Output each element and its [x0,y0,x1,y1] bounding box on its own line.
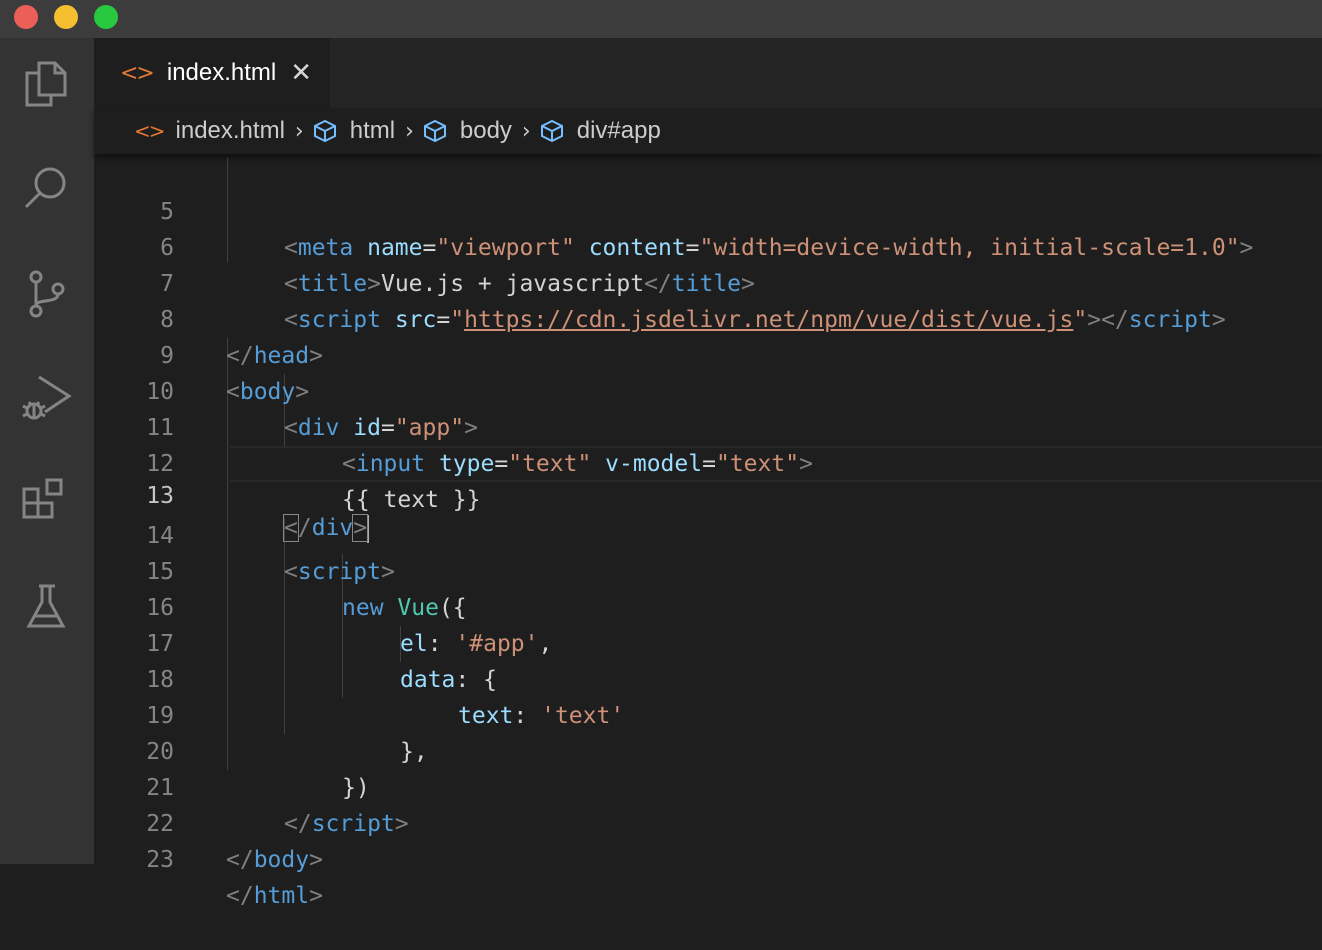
code-line: 6 <title>Vue.js + javascript</title> [94,194,1322,297]
tab-index-html[interactable]: <> index.html ✕ [94,38,330,108]
code-line: 11 <input type="text" v-model="text"> [94,374,1322,477]
code-line: 17 data: { [94,590,1322,693]
code-line: 20 }) [94,698,1322,801]
close-icon[interactable]: ✕ [290,58,312,88]
code-line: 16 el: '#app', [94,554,1322,657]
editor: <> index.html ✕ <> index.html › html › b… [94,38,1322,909]
breadcrumb-item-html[interactable]: html [350,117,395,145]
symbol-element-icon [423,119,446,143]
line-number: 12 [146,451,174,477]
html-file-icon: <> [134,119,165,143]
html-file-icon: <> [120,60,155,86]
code-line: 14 <script> [94,482,1322,585]
chevron-right-icon: › [294,118,304,144]
title-bar [0,0,1322,38]
code-line-active: 13 </div> [146,446,1322,543]
tab-label: index.html [166,59,277,86]
code-line: 10 <div id="app"> [94,338,1322,441]
chevron-right-icon: › [405,118,414,144]
run-debug-icon[interactable] [17,368,75,426]
code-line: 21 </script> [94,734,1322,837]
activity-bar [0,38,94,864]
token-tag: html [253,883,310,909]
code-line: 23 </html> [94,806,1322,909]
code-line: 19 }, [94,662,1322,765]
breadcrumb-item-file[interactable]: index.html [176,117,285,145]
window-maximize-button[interactable] [94,5,118,29]
chevron-right-icon: › [521,118,531,144]
tab-bar: <> index.html ✕ [94,38,1322,108]
search-icon[interactable] [17,158,75,216]
window-minimize-button[interactable] [54,5,78,29]
code-line: 8 </head> [94,266,1322,369]
code-area[interactable]: 5 <meta name="viewport" content="width=d… [94,158,1322,909]
code-line: 18 text: 'text' [94,626,1322,729]
extensions-icon[interactable] [17,474,75,532]
code-line: 15 new Vue({ [94,518,1322,621]
breadcrumb-item-div-app[interactable]: div#app [577,117,661,145]
explorer-icon[interactable] [17,54,75,112]
symbol-element-icon [313,119,336,143]
source-control-icon[interactable] [17,264,75,322]
code-line: 12 {{ text }} [94,410,1322,513]
testing-icon[interactable] [17,578,75,636]
breadcrumb-item-body[interactable]: body [460,117,512,145]
window-close-button[interactable] [14,5,38,29]
code-line: 5 <meta name="viewport" content="width=d… [94,158,1322,261]
code-line: 9 <body> [94,302,1322,405]
line-number: 23 [146,847,174,873]
code-line: 22 </body> [94,770,1322,873]
code-line: 7 <script src="https://cdn.jsdelivr.net/… [94,230,1322,333]
symbol-element-icon [540,119,563,143]
breadcrumb: <> index.html › html › body › div#app [94,108,1322,154]
token-tag: body [253,847,310,873]
